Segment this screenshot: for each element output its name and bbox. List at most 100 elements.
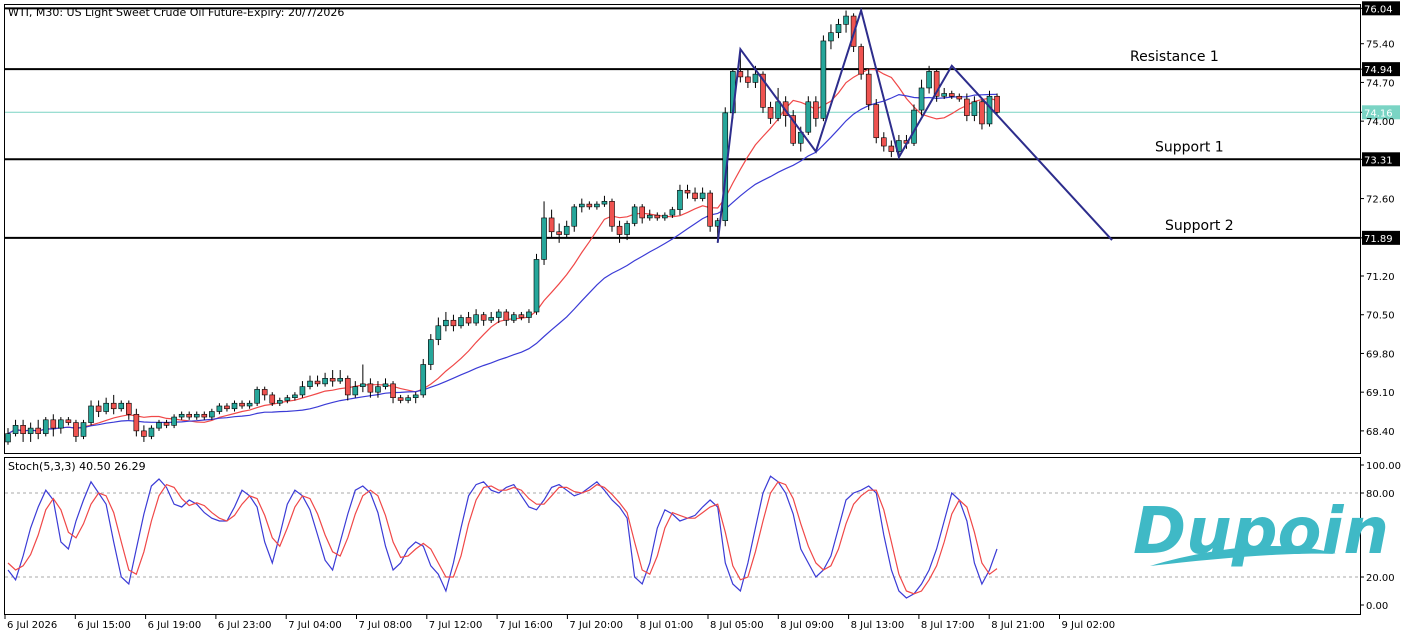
candle-body bbox=[828, 33, 833, 41]
candle-body bbox=[421, 365, 426, 395]
candle-body bbox=[685, 190, 690, 193]
candle-body bbox=[511, 315, 516, 321]
price-tick-label: 72.60 bbox=[1366, 195, 1395, 206]
time-tick-label: 7 Jul 12:00 bbox=[429, 620, 483, 631]
candle-body bbox=[572, 207, 577, 226]
candle-body bbox=[443, 320, 448, 326]
candle-body bbox=[51, 420, 56, 428]
candle-body bbox=[889, 146, 894, 152]
candle-body bbox=[270, 395, 275, 403]
candle-body bbox=[217, 406, 222, 412]
candle-body bbox=[995, 96, 1000, 112]
candle-body bbox=[881, 138, 886, 146]
time-tick-label: 9 Jul 02:00 bbox=[1062, 620, 1116, 631]
candle-body bbox=[73, 423, 78, 437]
candle-body bbox=[602, 201, 607, 204]
candle-body bbox=[255, 389, 260, 403]
candle-body bbox=[406, 398, 411, 401]
time-tick-label: 8 Jul 01:00 bbox=[640, 620, 694, 631]
candle-body bbox=[677, 190, 682, 209]
candle-body bbox=[964, 99, 969, 116]
candle-body bbox=[519, 315, 524, 318]
candle-body bbox=[413, 395, 418, 398]
stoch-indicator-label: Stoch(5,3,3) 40.50 26.29 bbox=[8, 460, 146, 473]
stoch-tick-label: 20.00 bbox=[1366, 573, 1395, 584]
chart-title: WTI, M30: US Light Sweet Crude Oil Futur… bbox=[8, 6, 344, 19]
candle-body bbox=[149, 428, 154, 436]
candle-body bbox=[21, 425, 26, 433]
candle-body bbox=[315, 381, 320, 384]
candle-body bbox=[979, 102, 984, 124]
candle-body bbox=[436, 326, 441, 340]
candle-body bbox=[104, 403, 109, 411]
candle-body bbox=[353, 387, 358, 395]
candle-body bbox=[496, 312, 501, 318]
candle-body bbox=[119, 403, 124, 409]
candle-body bbox=[459, 317, 464, 325]
candle-body bbox=[141, 431, 146, 437]
candle-body bbox=[383, 384, 388, 387]
candle-body bbox=[391, 384, 396, 398]
candle-body bbox=[308, 381, 313, 387]
candle-body bbox=[28, 428, 33, 434]
candle-body bbox=[836, 24, 841, 32]
candle-body bbox=[247, 403, 252, 406]
candle-body bbox=[81, 423, 86, 437]
candle-body bbox=[164, 423, 169, 426]
price-tick-label: 75.40 bbox=[1366, 40, 1395, 51]
candle-body bbox=[232, 403, 237, 409]
candle bbox=[866, 69, 871, 110]
candle-body bbox=[89, 406, 94, 423]
candle bbox=[421, 359, 426, 398]
candle-body bbox=[489, 317, 494, 320]
candle-body bbox=[172, 417, 177, 425]
candle-body bbox=[640, 207, 645, 218]
candle-body bbox=[375, 387, 380, 393]
price-tag-label: 74.94 bbox=[1364, 65, 1393, 76]
candle-body bbox=[330, 378, 335, 381]
price-tick-label: 69.10 bbox=[1366, 388, 1395, 399]
candle-body bbox=[708, 193, 713, 226]
price-tag-label: 71.89 bbox=[1364, 234, 1393, 245]
candle-body bbox=[957, 96, 962, 99]
candle-body bbox=[549, 218, 554, 232]
candle-body bbox=[58, 420, 63, 428]
candle-body bbox=[474, 315, 479, 323]
time-tick-label: 7 Jul 08:00 bbox=[359, 620, 413, 631]
candle-body bbox=[670, 210, 675, 216]
candle-body bbox=[179, 414, 184, 417]
price-tag-label: 73.31 bbox=[1364, 155, 1393, 166]
time-tick-label: 7 Jul 04:00 bbox=[288, 620, 342, 631]
candle-body bbox=[240, 403, 245, 406]
candle bbox=[874, 99, 879, 143]
dupoin-logo: Dupoin bbox=[1133, 495, 1389, 569]
level-label: Support 1 bbox=[1155, 139, 1224, 155]
candle bbox=[806, 96, 811, 135]
candle-body bbox=[13, 425, 18, 433]
candle-body bbox=[187, 414, 192, 417]
candle-body bbox=[292, 395, 297, 398]
candle-body bbox=[6, 434, 11, 442]
candle-body bbox=[806, 102, 811, 132]
candle-body bbox=[564, 226, 569, 234]
candle-body bbox=[617, 226, 622, 234]
price-tag-label: 76.04 bbox=[1364, 4, 1393, 15]
candle-body bbox=[610, 201, 615, 226]
time-tick-label: 8 Jul 13:00 bbox=[851, 620, 905, 631]
price-tick-label: 70.50 bbox=[1366, 311, 1395, 322]
candle-body bbox=[632, 207, 637, 224]
candle bbox=[428, 334, 433, 370]
candle-body bbox=[338, 378, 343, 381]
candle-body bbox=[111, 403, 116, 409]
candle-body bbox=[96, 406, 101, 412]
time-tick-label: 8 Jul 21:00 bbox=[991, 620, 1045, 631]
time-tick-label: 6 Jul 2026 bbox=[7, 620, 57, 631]
level-label: Resistance 1 bbox=[1130, 49, 1219, 65]
candle-body bbox=[655, 215, 660, 218]
candle-body bbox=[693, 193, 698, 199]
candle-body bbox=[323, 378, 328, 384]
candle-body bbox=[134, 414, 139, 431]
candle-body bbox=[542, 218, 547, 259]
candle-body bbox=[202, 414, 207, 417]
candle-body bbox=[813, 102, 818, 119]
